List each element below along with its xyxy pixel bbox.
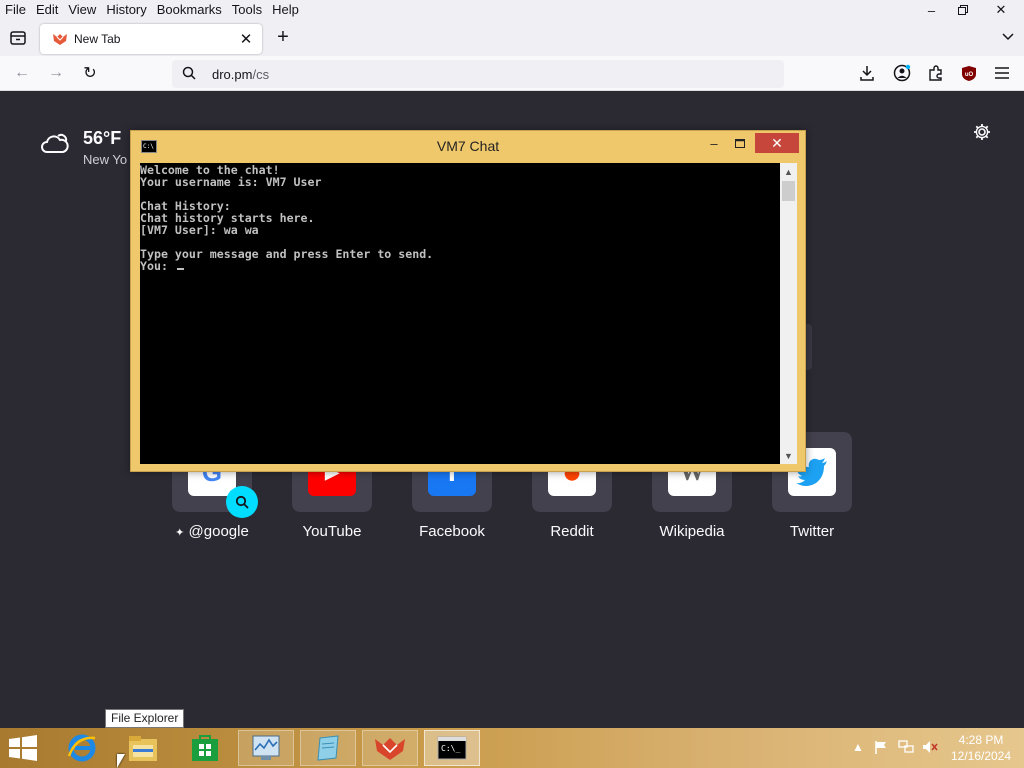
menu-edit[interactable]: Edit [31, 0, 63, 20]
menu-file[interactable]: File [0, 0, 31, 20]
maximize-icon[interactable] [727, 133, 753, 153]
internet-explorer-icon[interactable] [54, 730, 110, 766]
downloads-icon[interactable] [856, 62, 878, 84]
url-host: dro.pm [212, 66, 253, 82]
url-bar[interactable]: dro.pm/cs [172, 60, 784, 88]
volume-muted-icon[interactable] [922, 740, 938, 757]
forward-arrow-icon[interactable]: → [45, 62, 67, 84]
tooltip: File Explorer [105, 709, 185, 728]
tab-title: New Tab [74, 32, 121, 46]
firefox-taskbar-icon[interactable] [362, 730, 418, 766]
search-icon [226, 486, 258, 518]
console-window[interactable]: C:\ VM7 Chat – ✕ Welcome to the chat! Yo… [130, 130, 806, 472]
scroll-up-icon[interactable]: ▲ [780, 163, 797, 180]
menu-history[interactable]: History [101, 0, 151, 20]
vertical-scrollbar[interactable]: ▲ ▼ [780, 163, 797, 464]
url-path: /cs [252, 66, 270, 82]
shortcut-label: Facebook [419, 523, 485, 540]
shortcut-label: Reddit [550, 523, 594, 540]
firefox-logo-icon [53, 34, 67, 45]
close-icon[interactable]: ✕ [978, 0, 1024, 20]
console-taskbar-icon[interactable]: C:\_ [424, 730, 480, 766]
back-arrow-icon[interactable]: ← [11, 62, 33, 84]
shortcut-label: Wikipedia [659, 523, 725, 540]
tab-close-icon[interactable]: ✕ [236, 30, 256, 48]
tab-strip: New Tab ✕ + [0, 20, 1024, 56]
shortcut-label: YouTube [302, 523, 362, 540]
store-icon[interactable] [177, 730, 233, 766]
restore-icon[interactable] [947, 0, 978, 20]
scroll-thumb[interactable] [782, 181, 795, 201]
menu-tools[interactable]: Tools [227, 0, 267, 20]
weather-temperature: 56°F [83, 128, 122, 148]
pin-icon: ✦ [175, 527, 185, 539]
weather-widget[interactable]: 56°F New Yo [40, 128, 127, 167]
console-output[interactable]: Welcome to the chat! Your username is: V… [140, 163, 780, 464]
cloud-sun-icon [41, 133, 69, 153]
windows-start-icon[interactable] [8, 735, 38, 761]
taskbar: C:\_ ▲ 4:28 PM 12/16/2024 [0, 728, 1024, 768]
gear-icon[interactable] [972, 122, 992, 142]
menu-help[interactable]: Help [267, 0, 304, 20]
console-prompt: You: [140, 259, 175, 273]
clock-time: 4:28 PM [958, 733, 1004, 747]
flag-icon[interactable] [874, 740, 888, 757]
svg-text:C:\_: C:\_ [441, 744, 460, 753]
shortcut-label: ✦ @google [175, 523, 249, 540]
hamburger-menu-icon[interactable] [991, 62, 1013, 84]
close-icon[interactable]: ✕ [755, 133, 799, 153]
console-line: Your username is: VM7 User [140, 175, 322, 189]
nav-bar: ← → ↻ dro.pm/cs uO [0, 56, 1024, 91]
menu-bar: File Edit View History Bookmarks Tools H… [0, 0, 1024, 20]
network-icon[interactable] [898, 740, 914, 757]
shortcut-label: Twitter [789, 523, 835, 540]
menu-view[interactable]: View [63, 0, 101, 20]
weather-location: New Yo [83, 152, 128, 167]
tab-new-tab[interactable]: New Tab ✕ [40, 24, 262, 54]
scroll-down-icon[interactable]: ▼ [780, 447, 797, 464]
search-icon [182, 66, 200, 83]
clock-date: 12/16/2024 [950, 749, 1012, 763]
console-prompt-line[interactable]: You: [140, 260, 780, 272]
minimize-icon[interactable]: – [916, 0, 947, 20]
notepad-icon[interactable] [300, 730, 356, 766]
reload-icon[interactable]: ↻ [79, 62, 101, 84]
chevron-down-icon[interactable] [1002, 28, 1014, 44]
window-controls: – ✕ [916, 0, 1024, 20]
performance-monitor-icon[interactable] [238, 730, 294, 766]
extensions-icon[interactable] [925, 62, 947, 84]
menu-bookmarks[interactable]: Bookmarks [152, 0, 227, 20]
system-clock[interactable]: 4:28 PM 12/16/2024 [946, 732, 1016, 764]
tab-list-icon[interactable] [8, 28, 28, 48]
chevron-up-icon[interactable]: ▲ [852, 740, 864, 754]
account-icon[interactable] [891, 62, 913, 84]
new-tab-icon[interactable]: + [272, 26, 294, 48]
minimize-icon[interactable]: – [701, 133, 727, 153]
console-titlebar[interactable]: C:\ VM7 Chat – ✕ [131, 131, 805, 162]
svg-text:uO: uO [965, 72, 974, 78]
mouse-pointer [117, 754, 125, 768]
console-line: Type your message and press Enter to sen… [140, 247, 434, 261]
console-line: [VM7 User]: wa wa [140, 223, 259, 237]
text-cursor [176, 268, 184, 270]
ublock-icon[interactable]: uO [958, 62, 980, 84]
